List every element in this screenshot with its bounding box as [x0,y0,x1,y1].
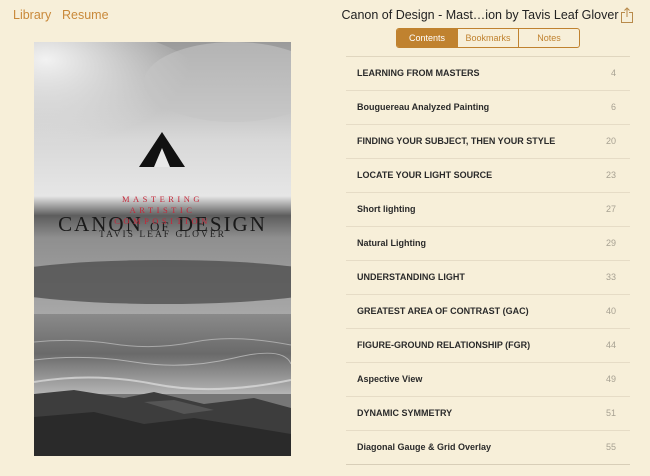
cover-subtitle-line2: ARTISTIC [129,205,196,215]
toc-item-page: 27 [605,204,616,214]
cover-subtitle-line3: COMPOSITION [114,216,211,226]
cover-author: TAVIS LEAF GLOVER [98,230,226,240]
toc-item-page: 23 [605,170,616,180]
toc-item-title: Bouguereau Analyzed Painting [357,102,490,112]
toc-item-title: Natural Lighting [357,238,426,248]
toc-item-title: FINDING YOUR SUBJECT, THEN YOUR STYLE [357,136,556,146]
toc-item-page: 44 [605,340,616,350]
toc-item-title: UNDERSTANDING LIGHT [357,272,465,282]
toc-item-page: 49 [605,374,616,384]
toc-item-page: 4 [610,68,616,78]
library-link[interactable]: Library [13,8,51,22]
book-title: Canon of Design - Mast…ion by Tavis Leaf… [341,8,619,22]
toc-item-title: FIGURE-GROUND RELATIONSHIP (FGR) [357,340,531,350]
toc-item-title: LEARNING FROM MASTERS [357,68,480,78]
resume-link[interactable]: Resume [62,8,109,22]
toc-item-page: 6 [610,102,616,112]
tab-bookmarks[interactable]: Bookmarks [457,29,518,47]
toc-item-title: LOCATE YOUR LIGHT SOURCE [357,170,493,180]
toc-item[interactable]: Short lighting 27 [346,193,630,227]
toc-item[interactable]: Natural Lighting 29 [346,227,630,261]
toc-item[interactable]: UNDERSTANDING LIGHT 33 [346,261,630,295]
toc-item-title: Aspective View [357,374,423,384]
toc-item-page: 20 [605,136,616,146]
toc-item-page: 40 [605,306,616,316]
book-cover[interactable]: CANON OF DESIGN MASTERING ARTISTIC COMPO… [34,42,291,456]
toc-item-page: 33 [605,272,616,282]
toc-item[interactable]: Diagonal Gauge & Grid Overlay 55 [346,431,630,465]
share-icon[interactable] [620,7,634,23]
toc-item[interactable]: GREATEST AREA OF CONTRAST (GAC) 40 [346,295,630,329]
toc-item[interactable]: FIGURE-GROUND RELATIONSHIP (FGR) 44 [346,329,630,363]
toc-item-title: Short lighting [357,204,416,214]
tab-notes[interactable]: Notes [518,29,579,47]
toc-item-page: 51 [605,408,616,418]
toc-item-page: 55 [605,442,616,452]
cover-art [34,42,291,456]
toc-item[interactable]: FINDING YOUR SUBJECT, THEN YOUR STYLE 20 [346,125,630,159]
toc-item[interactable]: DYNAMIC SYMMETRY 51 [346,397,630,431]
toc-item[interactable]: LOCATE YOUR LIGHT SOURCE 23 [346,159,630,193]
toc-item-page: 29 [605,238,616,248]
toc-item[interactable]: LEARNING FROM MASTERS 4 [346,57,630,91]
toc-item-title: GREATEST AREA OF CONTRAST (GAC) [357,306,529,316]
cover-subtitle-line1: MASTERING [121,194,204,204]
toc-item-title: Diagonal Gauge & Grid Overlay [357,442,492,452]
toc-item-title: DYNAMIC SYMMETRY [357,408,453,418]
toc-item[interactable]: Aspective View 49 [346,363,630,397]
view-segmented-control: Contents Bookmarks Notes [396,28,580,48]
tab-contents[interactable]: Contents [397,29,457,47]
table-of-contents: LEARNING FROM MASTERS 4 Bouguereau Analyz… [346,57,630,465]
toc-item[interactable]: Bouguereau Analyzed Painting 6 [346,91,630,125]
